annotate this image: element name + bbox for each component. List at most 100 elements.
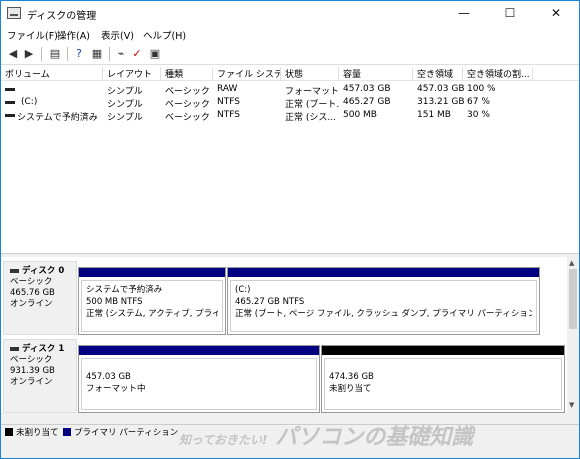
list-view-icon[interactable]: ▦ [89,46,105,62]
volume-icon [5,101,15,104]
partition-title: システムで予約済み [86,285,163,295]
disk-1-label[interactable]: ディスク 1 ベーシック 931.39 GB オンライン [3,339,77,413]
column-filesystem[interactable]: ファイル システム [213,67,281,81]
back-icon[interactable]: ◀ [5,46,21,62]
connect-icon[interactable]: ⌁ [113,46,129,62]
volume-list-header: ボリューム レイアウト 種類 ファイル システム 状態 容量 空き領域 空き領域… [1,65,579,81]
column-volume[interactable]: ボリューム [1,67,103,81]
toolbar-separator [109,47,110,61]
partition-color-bar [79,346,319,355]
column-free-percent[interactable]: 空き領域の割... [463,67,533,81]
disk-name: ディスク 0 [10,266,70,277]
minimize-button[interactable]: — [441,1,487,25]
column-layout[interactable]: レイアウト [103,67,161,81]
menu-action[interactable]: 操作(A) [57,28,90,42]
column-free-space[interactable]: 空き領域 [413,67,463,81]
partition-status: 正常 (システム, アクティブ, プライマリ パ [86,309,218,319]
volume-list: ボリューム レイアウト 種類 ファイル システム 状態 容量 空き領域 空き領域… [1,65,579,253]
volume-name: (C:) [21,97,38,107]
partition-info: (C:) 465.27 GB NTFS 正常 (ブート, ページ ファイル, ク… [230,280,537,332]
volume-free-percent: 67 % [467,97,490,107]
partition-size: 457.03 GB [86,372,131,382]
menu-help[interactable]: ヘルプ(H) [143,28,186,42]
disk-map: ディスク 0 ベーシック 465.76 GB オンライン システムで予約済み 5… [1,257,567,413]
volume-free-space: 313.21 GB [417,97,465,107]
column-type[interactable]: 種類 [161,67,213,81]
watermark-big: パソコンの基礎知識 [275,425,474,450]
disk-status: オンライン [10,299,53,309]
partition-status: 正常 (ブート, ページ ファイル, クラッシュ ダンプ, プライマリ パーティ… [235,309,532,319]
volume-filesystem: RAW [217,84,238,94]
disk-0-label[interactable]: ディスク 0 ベーシック 465.76 GB オンライン [3,261,77,335]
disk-size: 931.39 GB [10,366,55,376]
column-capacity[interactable]: 容量 [339,67,413,81]
volume-type: ベーシック [165,113,210,123]
partition-unallocated[interactable]: 474.36 GB 未割り当て [321,345,565,413]
check-icon[interactable]: ✓ [129,46,145,62]
partition-status: 未割り当て [329,384,372,394]
partition-system-reserved[interactable]: システムで予約済み 500 MB NTFS 正常 (システム, アクティブ, プ… [78,267,226,335]
legend-unallocated-label: 未割り当て [16,428,59,438]
partition-c-drive[interactable]: (C:) 465.27 GB NTFS 正常 (ブート, ページ ファイル, ク… [227,267,540,335]
refresh-icon[interactable]: ▣ [147,46,163,62]
toolbar-separator [41,47,42,61]
scrollbar-thumb[interactable] [569,269,577,329]
disk-management-window: ディスクの管理 — ☐ ✕ ファイル(F) 操作(A) 表示(V) ヘルプ(H)… [0,0,580,459]
partition-size: 474.36 GB [329,372,374,382]
partition-color-bar [228,268,539,277]
partition-color-bar [322,346,564,355]
partition-info: 457.03 GB フォーマット中 [81,358,317,410]
toolbar-separator [67,47,68,61]
partition-status: フォーマット中 [86,384,146,394]
volume-free-percent: 100 % [467,84,496,94]
title-bar: ディスクの管理 — ☐ ✕ [1,1,579,25]
volume-icon [5,114,15,117]
help-icon[interactable]: ? [71,46,87,62]
partition-color-bar [79,268,225,277]
toolbar: ◀ ▶ ▤ ? ▦ ⌁ ✓ ▣ [1,43,579,65]
disk-0-row: ディスク 0 ベーシック 465.76 GB オンライン システムで予約済み 5… [3,261,565,335]
volume-row[interactable]: シンプル ベーシック RAW フォーマット中 457.03 GB 457.03 … [1,83,579,97]
volume-filesystem: NTFS [217,97,240,107]
menu-file[interactable]: ファイル(F) [7,28,58,42]
legend-primary-swatch [63,428,71,436]
maximize-button[interactable]: ☐ [487,1,533,25]
scroll-up-icon[interactable]: ▲ [569,259,574,267]
menu-bar: ファイル(F) 操作(A) 表示(V) ヘルプ(H) [1,25,579,43]
close-button[interactable]: ✕ [533,1,579,25]
volume-free-percent: 30 % [467,110,490,120]
volume-free-space: 151 MB [417,110,451,120]
volume-name: システムで予約済み [17,113,98,123]
volume-layout: シンプル [107,113,143,123]
disk-map-scrollbar[interactable]: ▲ ▼ [567,257,579,413]
volume-row[interactable]: (C:) シンプル ベーシック NTFS 正常 (ブート... 465.27 G… [1,96,579,110]
volume-capacity: 457.03 GB [343,84,391,94]
volume-row[interactable]: システムで予約済み シンプル ベーシック NTFS 正常 (シス... 500 … [1,109,579,123]
column-status[interactable]: 状態 [281,67,339,81]
volume-icon [5,88,15,91]
properties-icon[interactable]: ▤ [47,46,63,62]
legend-unallocated-swatch [5,428,13,436]
disk-size: 465.76 GB [10,288,55,298]
legend-primary-label: プライマリ パーティション [74,428,179,438]
forward-icon[interactable]: ▶ [21,46,37,62]
partition-size: 465.27 GB NTFS [235,297,305,307]
disk-status: オンライン [10,377,53,387]
volume-status: 正常 (シス... [285,113,336,123]
partition-title: (C:) [235,285,251,295]
partition-info: 474.36 GB 未割り当て [324,358,562,410]
disk-management-icon [7,7,21,19]
partition-formatting[interactable]: 457.03 GB フォーマット中 [78,345,320,413]
menu-view[interactable]: 表示(V) [101,28,134,42]
disk-type: ベーシック [10,355,53,365]
scroll-down-icon[interactable]: ▼ [569,401,574,409]
watermark-small: 知っておきたい! [179,433,268,447]
site-watermark: 知っておきたい! パソコンの基礎知識 [179,419,579,459]
volume-filesystem: NTFS [217,110,240,120]
volume-capacity: 465.27 GB [343,97,391,107]
partition-size: 500 MB NTFS [86,297,143,307]
volume-capacity: 500 MB [343,110,377,120]
disk-1-row: ディスク 1 ベーシック 931.39 GB オンライン 457.03 GB フ… [3,339,565,413]
window-title: ディスクの管理 [27,11,97,22]
partition-info: システムで予約済み 500 MB NTFS 正常 (システム, アクティブ, プ… [81,280,223,332]
